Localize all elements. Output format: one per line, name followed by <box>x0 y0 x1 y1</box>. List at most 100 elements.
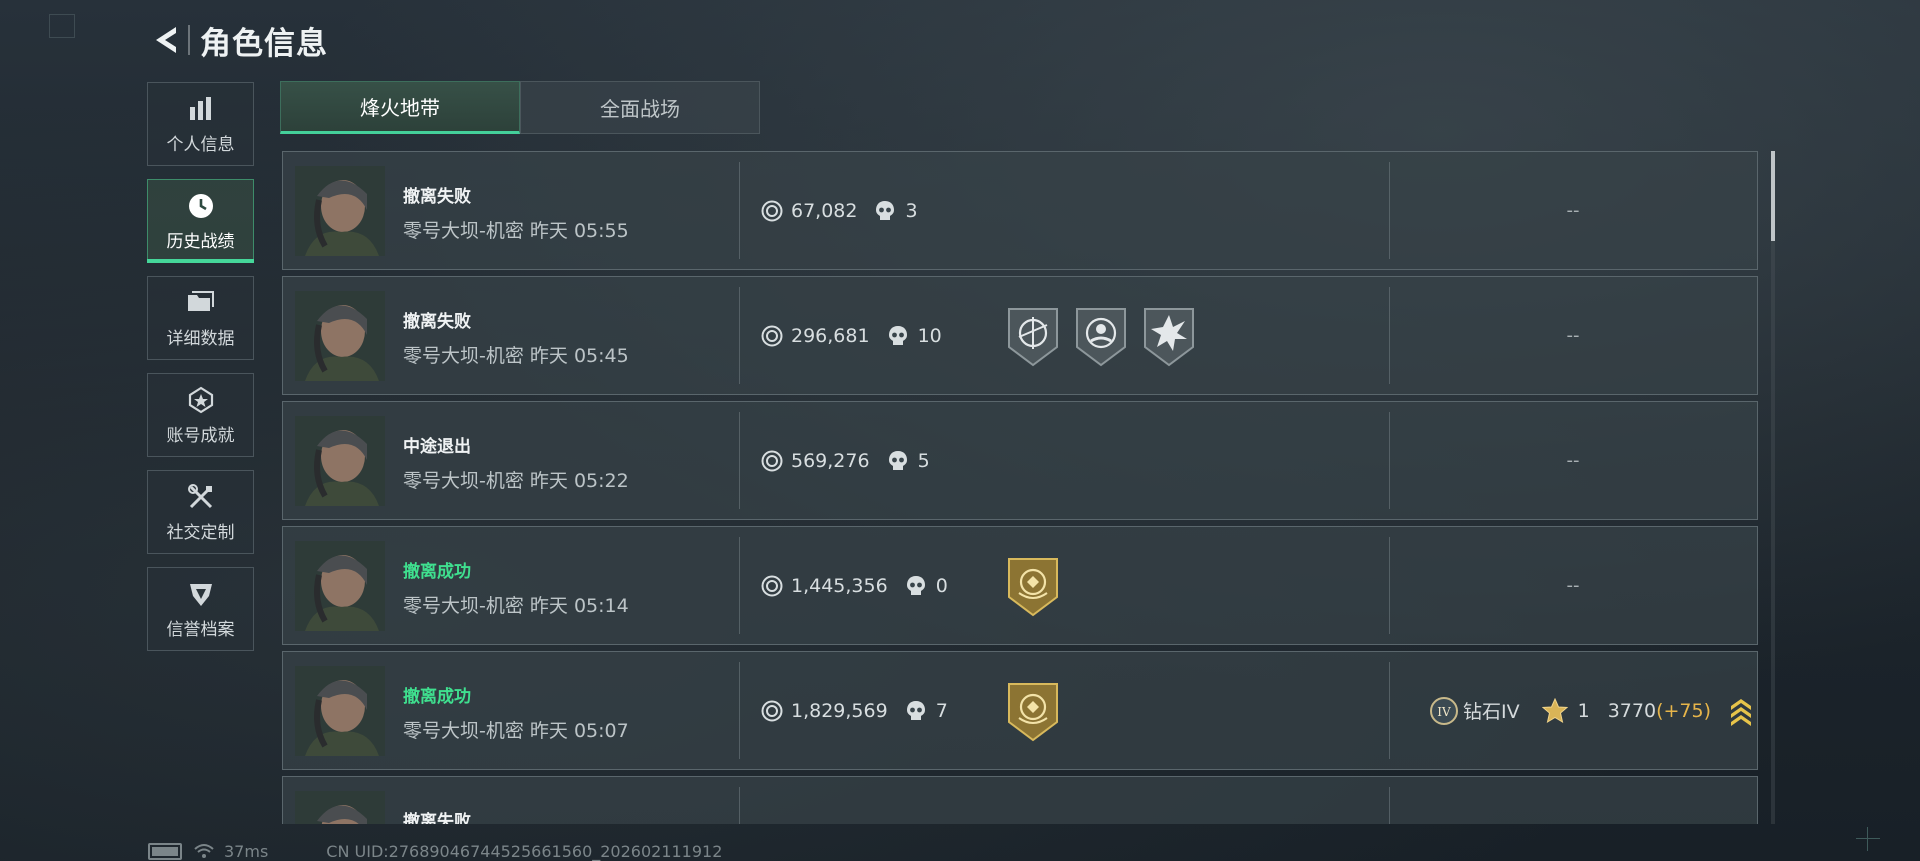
sniper-medal-icon[interactable] <box>1007 307 1059 367</box>
match-result: 撤离失败 <box>403 812 471 824</box>
match-stats: 1,829,569 7 <box>761 652 948 769</box>
column-divider <box>739 537 740 634</box>
tools-icon <box>187 482 215 512</box>
match-time: 05:45 <box>573 345 629 367</box>
ping-value: 37ms <box>224 841 269 861</box>
column-divider <box>739 287 740 384</box>
list-scrollbar[interactable] <box>1771 151 1775 824</box>
operator-avatar <box>295 541 385 631</box>
battery-icon <box>148 842 182 860</box>
tab-warfire-zone[interactable]: 烽火地带 <box>280 81 520 134</box>
loot-value: 67,082 <box>791 199 858 222</box>
status-footer: 37ms CN UID:276890467445256615​60_202602… <box>148 841 723 861</box>
gold-extract-medal-icon[interactable] <box>1007 557 1059 617</box>
column-divider <box>739 162 740 259</box>
match-row[interactable]: 撤离失败 零号大坝-机密 昨天 05:45 296,681 10 -- <box>282 276 1758 395</box>
rank-change: IV 钻石IV 1 3770 (+75) <box>1389 652 1757 769</box>
page-title: 角色信息 <box>200 25 328 62</box>
match-row[interactable]: 撤离失败 零号大坝-机密 昨天 05:55 67,082 3 -- <box>282 151 1758 270</box>
sidebar-item-detailed-data[interactable]: 详细数据 <box>147 276 254 360</box>
match-day: 昨天 <box>529 345 568 367</box>
kill-count: 0 <box>935 574 948 597</box>
scrollbar-thumb[interactable] <box>1771 151 1775 241</box>
operator-avatar <box>295 291 385 381</box>
operator-avatar <box>295 416 385 506</box>
match-stats: 1,445,356 0 <box>761 527 948 644</box>
sidebar-item-label: 个人信息 <box>166 134 235 155</box>
map-name: 零号大坝-机密 <box>403 595 524 617</box>
explosion-medal-icon[interactable] <box>1143 307 1195 367</box>
sidebar-item-label: 历史战绩 <box>166 231 235 252</box>
coin-icon <box>761 200 783 221</box>
crosshair-medal-icon[interactable] <box>1075 307 1127 367</box>
diamond-tier-icon: IV <box>1430 696 1458 725</box>
match-time: 05:07 <box>573 720 629 742</box>
sidebar: 个人信息 历史战绩 详细数据 账号成就 社交定制 信誉档案 <box>147 82 256 664</box>
sidebar-item-achievements[interactable]: 账号成就 <box>147 373 254 457</box>
match-history-list[interactable]: 撤离失败 零号大坝-机密 昨天 05:55 67,082 3 -- 撤离失败 零… <box>282 151 1758 824</box>
operator-avatar <box>295 166 385 256</box>
achievement-icon <box>187 385 215 415</box>
match-meta: 零号大坝-机密 昨天 05:14 <box>403 591 629 618</box>
sidebar-item-label: 详细数据 <box>166 328 235 349</box>
page-header: 角色信息 <box>148 18 328 62</box>
loot-value: 296,681 <box>791 324 870 347</box>
medal-list <box>1007 557 1059 617</box>
shield-icon <box>187 579 215 609</box>
column-divider <box>739 787 740 824</box>
match-meta: 零号大坝-机密 昨天 05:22 <box>403 466 629 493</box>
match-result: 撤离失败 <box>403 312 471 332</box>
operator-avatar <box>295 666 385 756</box>
kill-count: 3 <box>905 199 918 222</box>
match-stats: 296,681 10 <box>761 277 942 394</box>
star-count: 1 <box>1577 699 1590 722</box>
sidebar-item-personal-info[interactable]: 个人信息 <box>147 82 254 166</box>
clock-icon <box>187 191 215 221</box>
map-name: 零号大坝-机密 <box>403 470 524 492</box>
rank-change: -- <box>1566 200 1580 221</box>
map-name: 零号大坝-机密 <box>403 220 524 242</box>
tab-full-battlefield[interactable]: 全面战场 <box>520 81 760 134</box>
skull-icon <box>906 700 925 720</box>
match-result: 撤离成功 <box>403 687 471 707</box>
header-divider <box>188 25 190 55</box>
sidebar-item-social-custom[interactable]: 社交定制 <box>147 470 254 554</box>
star-icon <box>1541 697 1568 723</box>
match-stats: 569,276 5 <box>761 402 930 519</box>
medal-list <box>1007 307 1195 367</box>
match-result: 撤离成功 <box>403 562 471 582</box>
sidebar-item-reputation[interactable]: 信誉档案 <box>147 567 254 651</box>
rank-change: -- <box>1566 450 1580 471</box>
coin-icon <box>761 325 783 346</box>
mode-tabs: 烽火地带 全面战场 <box>280 81 760 134</box>
match-stats: 67,082 3 <box>761 152 918 269</box>
gold-extract-medal-icon[interactable] <box>1007 682 1059 742</box>
coin-icon <box>761 575 783 596</box>
column-divider <box>739 412 740 509</box>
rank-change: -- <box>1566 325 1580 346</box>
sidebar-item-match-history[interactable]: 历史战绩 <box>147 179 254 263</box>
match-row[interactable]: 中途退出 零号大坝-机密 昨天 05:22 569,276 5 -- <box>282 401 1758 520</box>
sidebar-item-label: 信誉档案 <box>166 619 235 640</box>
match-row[interactable]: 撤离成功 零号大坝-机密 昨天 05:07 1,829,569 7 IV 钻石I… <box>282 651 1758 770</box>
match-meta: 零号大坝-机密 昨天 05:45 <box>403 341 629 368</box>
column-divider <box>739 662 740 759</box>
rank-up-chevrons-icon <box>1730 698 1751 726</box>
kill-count: 5 <box>917 449 930 472</box>
tier-name: 钻石IV <box>1463 701 1520 723</box>
match-meta: 零号大坝-机密 昨天 05:55 <box>403 216 629 243</box>
back-button[interactable] <box>148 20 182 60</box>
match-row[interactable]: 撤离成功 零号大坝-机密 昨天 05:14 1,445,356 0 -- <box>282 526 1758 645</box>
skull-icon <box>876 200 895 220</box>
bar-chart-icon <box>188 94 214 124</box>
operator-avatar <box>295 791 385 824</box>
match-time: 05:22 <box>573 470 629 492</box>
player-uid: CN UID:276890467445256615​60_20260211191… <box>326 841 723 861</box>
sidebar-item-label: 账号成就 <box>166 425 235 446</box>
loot-value: 1,829,569 <box>791 699 888 722</box>
match-meta: 零号大坝-机密 昨天 05:07 <box>403 716 629 743</box>
match-result: 撤离失败 <box>403 187 471 207</box>
match-time: 05:14 <box>573 595 629 617</box>
match-row[interactable]: 撤离失败 <box>282 776 1758 824</box>
rank-score: 3770 <box>1607 699 1657 722</box>
